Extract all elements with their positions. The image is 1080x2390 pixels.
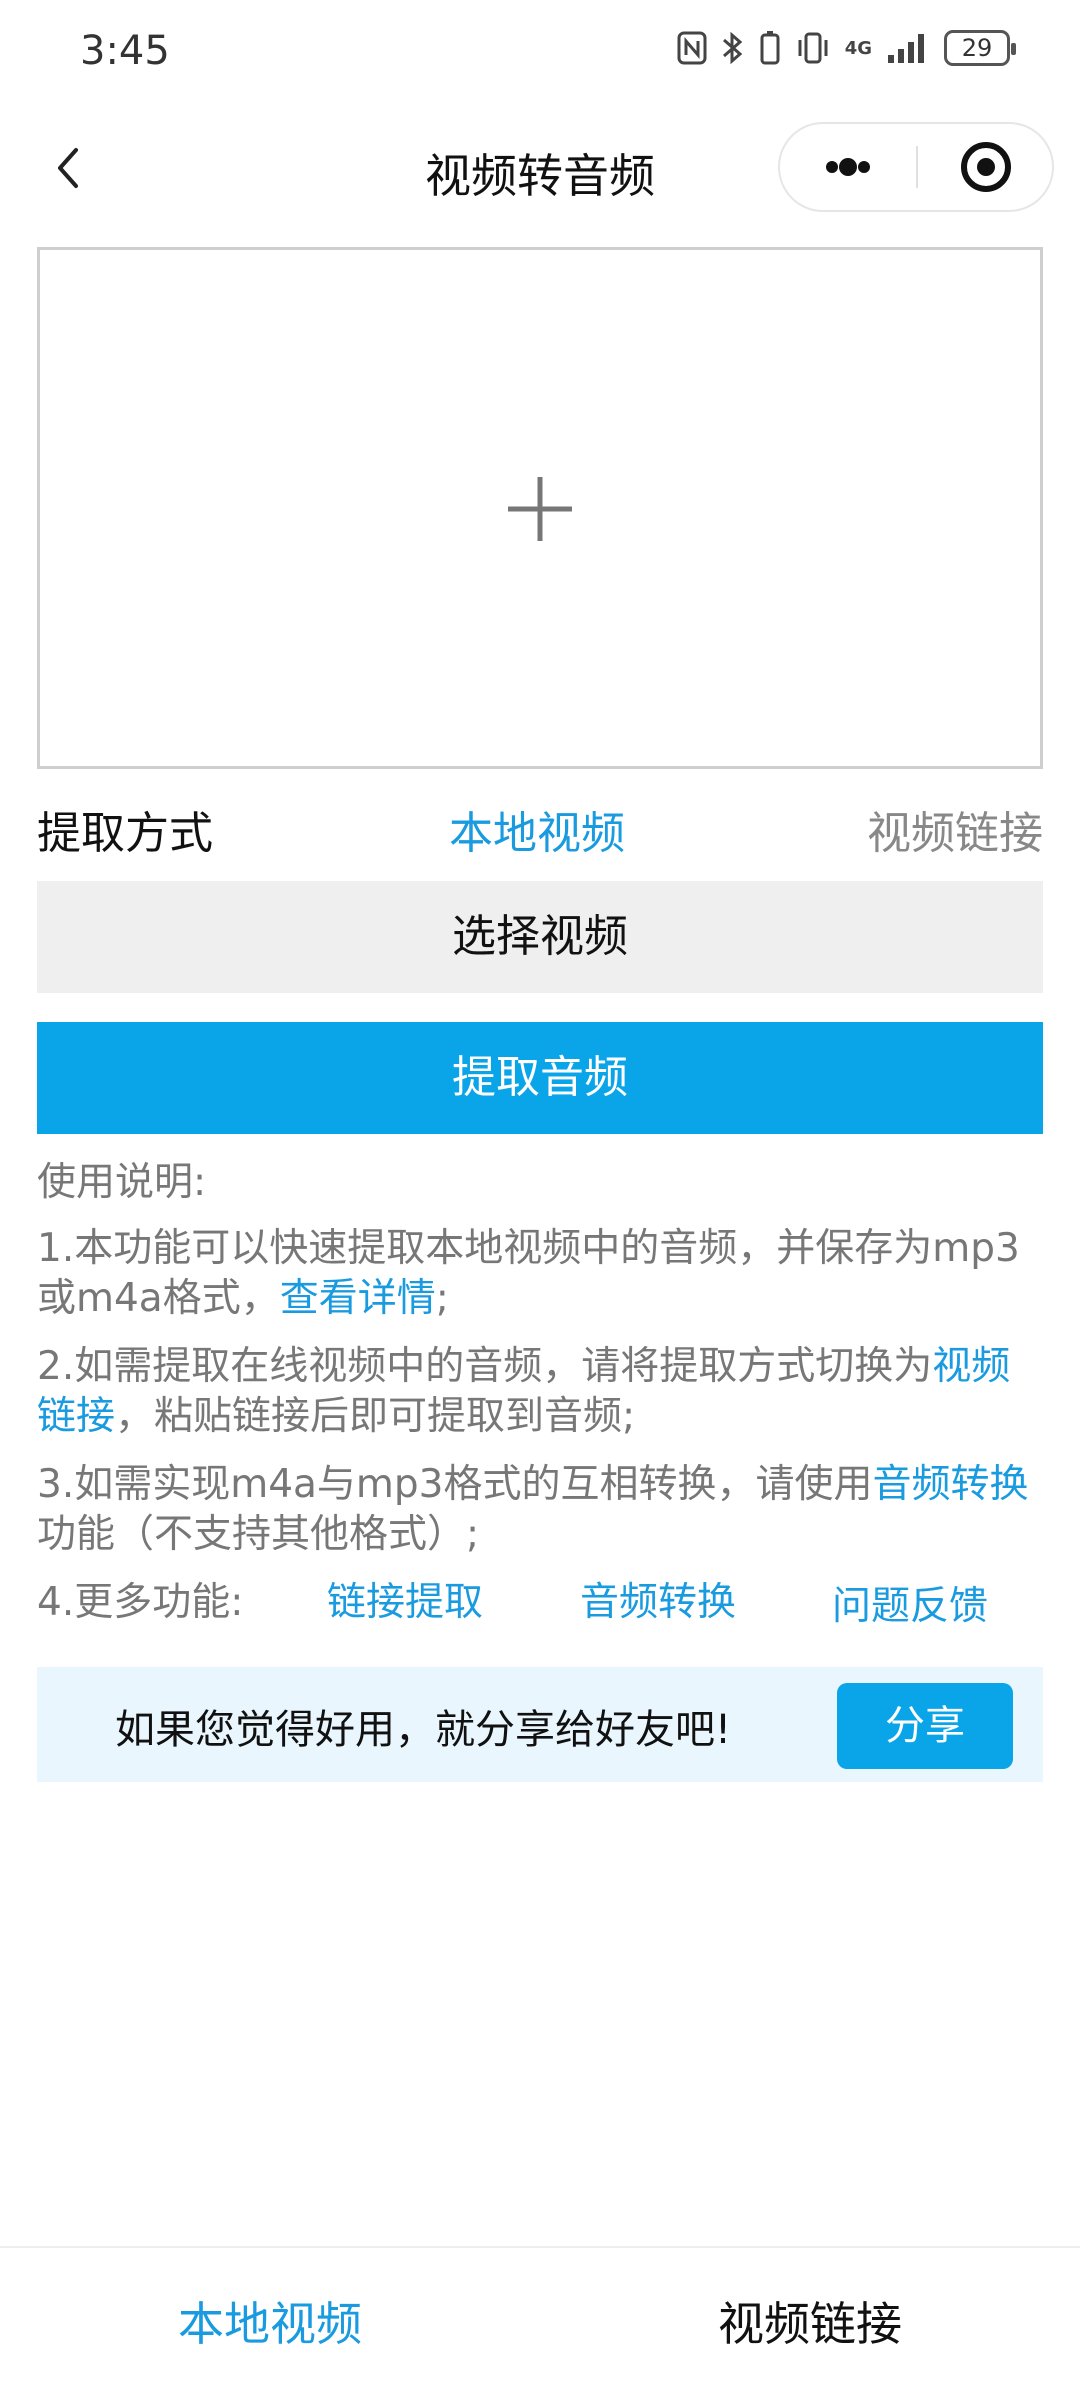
usage-instructions: 使用说明: 1.本功能可以快速提取本地视频中的音频，并保存为mp3或m4a格式，… <box>37 1158 1047 1638</box>
instruction-3-end: 功能（不支持其他格式）; <box>37 1512 480 1557</box>
status-bar: 3:45 4G 29 <box>0 0 1080 110</box>
battery-indicator: 29 <box>944 30 1016 66</box>
battery-small-icon <box>760 31 780 65</box>
share-button[interactable]: 分享 <box>837 1683 1013 1769</box>
bottom-tab-bar: 本地视频 视频链接 <box>0 2246 1080 2390</box>
instruction-item-3: 3.如需实现m4a与mp3格式的互相转换，请使用音频转换功能（不支持其他格式）; <box>37 1460 1047 1560</box>
mode-option-video-link[interactable]: 视频链接 <box>867 797 1043 861</box>
select-video-button[interactable]: 选择视频 <box>37 881 1043 993</box>
nfc-icon <box>677 31 707 65</box>
plus-icon <box>508 477 572 541</box>
more-link-audio-convert[interactable]: 音频转换 <box>580 1578 736 1628</box>
audio-convert-link[interactable]: 音频转换 <box>872 1462 1028 1507</box>
bluetooth-icon <box>722 31 742 65</box>
target-close-icon[interactable] <box>918 124 1054 210</box>
extract-audio-button[interactable]: 提取音频 <box>37 1022 1043 1134</box>
tab-local-video[interactable]: 本地视频 <box>178 2288 362 2354</box>
share-banner: 如果您觉得好用，就分享给好友吧! 分享 <box>37 1667 1043 1782</box>
status-icons: 4G 29 <box>677 30 1016 66</box>
instruction-2-text: 2.如需提取在线视频中的音频，请将提取方式切换为 <box>37 1344 933 1389</box>
view-details-link[interactable]: 查看详情 <box>280 1276 436 1321</box>
video-upload-area[interactable] <box>37 247 1043 769</box>
app-root: 3:45 4G 29 视频转音频 提取方式 本地视频 视频链接 选择视频 提取音… <box>0 0 1080 2390</box>
vibrate-icon <box>798 32 828 64</box>
extract-mode-row: 提取方式 本地视频 视频链接 <box>37 793 1043 859</box>
instruction-item-2: 2.如需提取在线视频中的音频，请将提取方式切换为视频链接，粘贴链接后即可提取到音… <box>37 1342 1047 1442</box>
instruction-item-4: 4.更多功能: 链接提取 音频转换 问题反馈 <box>37 1578 1047 1638</box>
more-features-label: 4.更多功能: <box>37 1580 244 1625</box>
mini-program-capsule <box>778 122 1054 212</box>
instruction-item-1: 1.本功能可以快速提取本地视频中的音频，并保存为mp3或m4a格式，查看详情; <box>37 1224 1047 1324</box>
status-time: 3:45 <box>80 28 170 74</box>
more-dots-icon[interactable] <box>780 124 916 210</box>
more-link-feedback[interactable]: 问题反馈 <box>832 1582 988 1632</box>
extract-mode-label: 提取方式 <box>37 808 213 859</box>
signal-icon <box>888 34 924 63</box>
instruction-2-end: ，粘贴链接后即可提取到音频; <box>115 1394 636 1439</box>
instructions-title: 使用说明: <box>37 1160 207 1205</box>
instruction-1-end: ; <box>435 1276 449 1321</box>
mode-option-local-video[interactable]: 本地视频 <box>449 797 625 861</box>
share-prompt-text: 如果您觉得好用，就分享给好友吧! <box>115 1707 732 1753</box>
instruction-1-text: 1.本功能可以快速提取本地视频中的音频，并保存为mp3或m4a格式， <box>37 1226 1020 1321</box>
nav-bar: 视频转音频 <box>0 110 1080 230</box>
more-link-extract[interactable]: 链接提取 <box>327 1578 483 1628</box>
instruction-3-text: 3.如需实现m4a与mp3格式的互相转换，请使用 <box>37 1462 873 1507</box>
tab-video-link[interactable]: 视频链接 <box>718 2288 902 2354</box>
network-type-label: 4G <box>844 37 872 59</box>
